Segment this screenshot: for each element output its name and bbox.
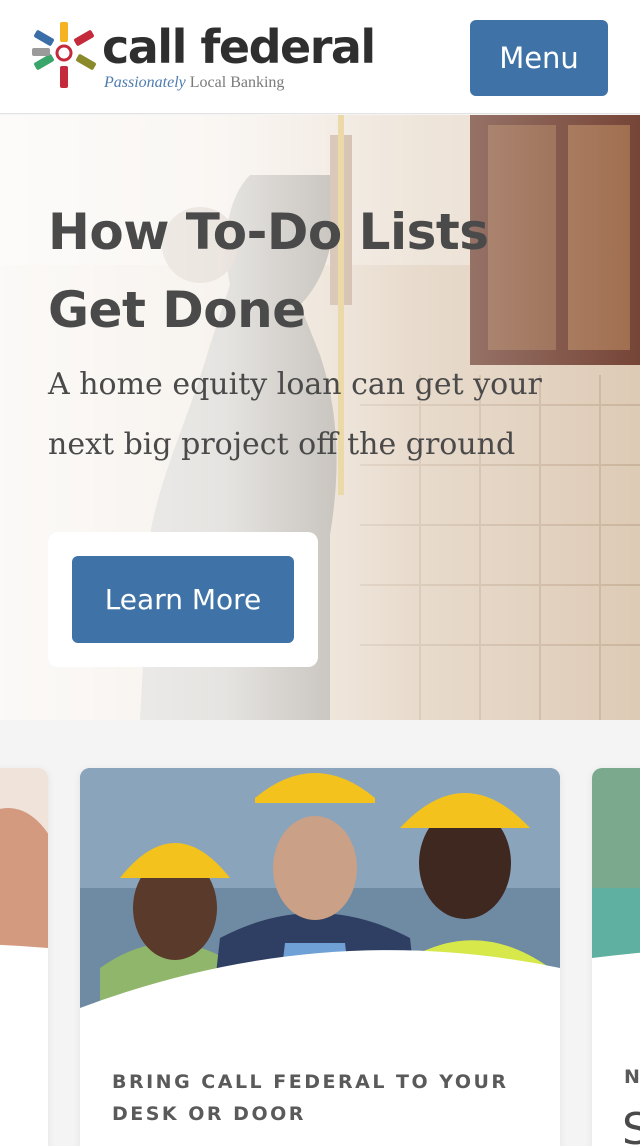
card-heading: BRING CALL FEDERAL TO YOUR DESK OR DOOR [112, 1071, 509, 1125]
card-photo-mountain-lake [592, 768, 640, 1028]
carousel-card-previous[interactable] [0, 768, 48, 1146]
tagline-rest: Local Banking [185, 74, 285, 91]
menu-button[interactable]: Menu [470, 20, 608, 96]
carousel-card[interactable]: BRING CALL FEDERAL TO YOUR DESK OR DOOR [80, 768, 560, 1146]
learn-more-button[interactable]: Learn More [72, 556, 294, 643]
promo-carousel[interactable]: BRING CALL FEDERAL TO YOUR DESK OR DOOR … [0, 720, 640, 1146]
cta-container: Learn More [48, 532, 318, 667]
site-header: call federal Passionately Local Banking … [0, 0, 640, 114]
card-photo-handshake [0, 768, 48, 1028]
brand-name: call federal [102, 20, 376, 74]
tagline-emphasis: Passionately [104, 74, 186, 91]
next-card-title: S [622, 1104, 640, 1146]
next-card-heading: N [624, 1066, 640, 1088]
brand-tagline: Passionately Local Banking [104, 74, 284, 92]
carousel-card-next[interactable]: N S [592, 768, 640, 1146]
hero-banner: How To-Do Lists Get Done A home equity l… [0, 115, 640, 720]
brand-logo[interactable]: call federal Passionately Local Banking [32, 20, 376, 96]
card-photo-construction-workers [80, 768, 560, 1028]
hero-subtitle: A home equity loan can get your next big… [48, 367, 542, 462]
hero-title: How To-Do Lists Get Done [48, 203, 489, 339]
starburst-logo-icon [32, 22, 96, 88]
